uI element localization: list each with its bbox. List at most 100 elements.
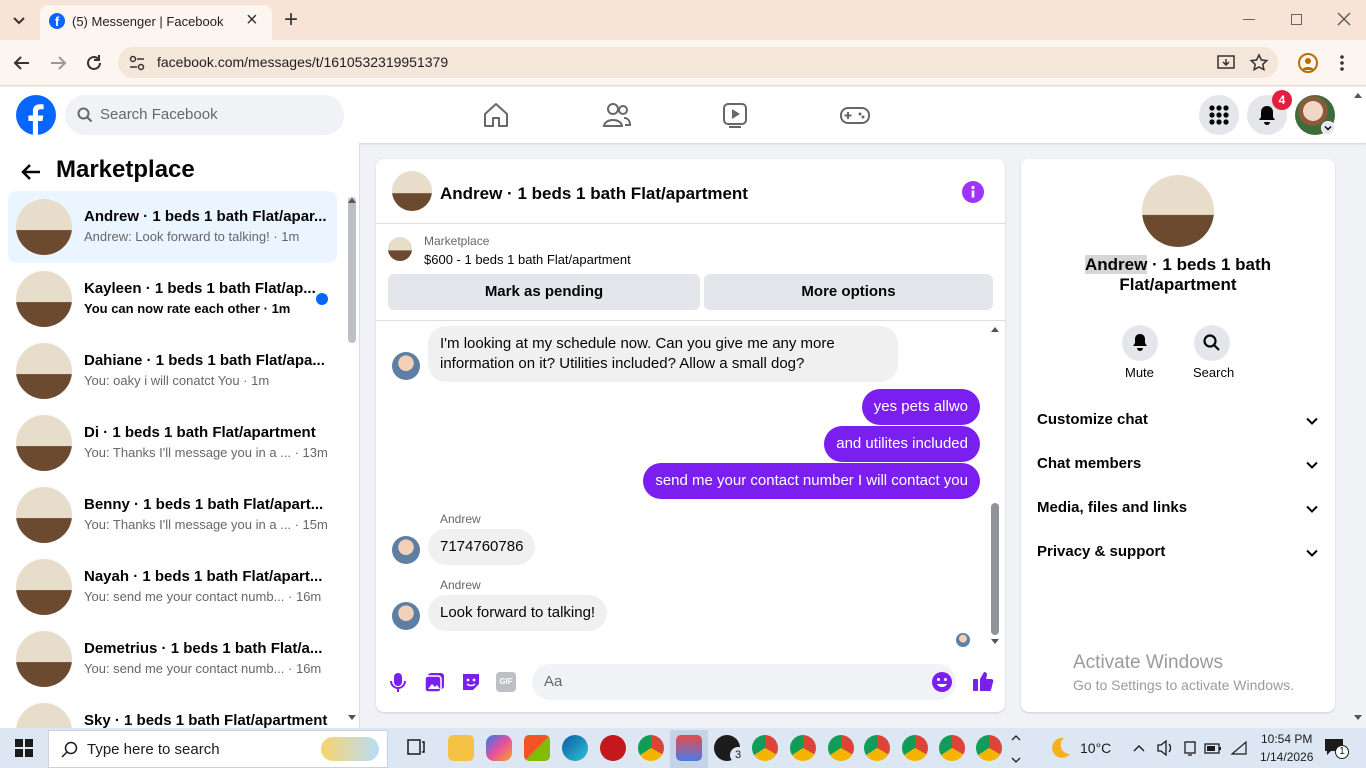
facebook-logo[interactable]	[16, 95, 56, 135]
conversation-info-button[interactable]	[962, 181, 984, 203]
gif-button[interactable]: GIF	[496, 672, 516, 692]
mark-as-pending-button[interactable]: Mark as pending	[388, 274, 700, 310]
whatsapp-icon[interactable]: 3	[714, 735, 746, 763]
menu-button[interactable]	[1199, 95, 1239, 135]
clock-time[interactable]: 10:54 PM	[1261, 732, 1312, 746]
taskbar-overflow-chevron[interactable]	[1011, 732, 1021, 766]
minimize-button[interactable]	[1243, 19, 1255, 20]
more-options-button[interactable]: More options	[704, 274, 993, 310]
taskbar-search[interactable]: Type here to search	[48, 730, 388, 768]
reload-button[interactable]	[84, 53, 104, 73]
emoji-icon[interactable]	[931, 671, 953, 693]
page-scroll-down-icon[interactable]	[1353, 714, 1363, 722]
browser-menu-button[interactable]	[1340, 54, 1344, 72]
chrome-icon[interactable]	[864, 735, 890, 761]
restore-button[interactable]	[1291, 14, 1302, 25]
speaker-icon[interactable]	[1156, 740, 1174, 756]
info-section-toggle[interactable]: Media, files and links	[1037, 497, 1319, 521]
sidebar-scrollbar[interactable]	[348, 197, 356, 343]
chevron-down-icon	[1324, 125, 1332, 131]
info-section-toggle[interactable]: Customize chat	[1037, 409, 1319, 433]
profile-button[interactable]	[1298, 53, 1318, 73]
conversation-item[interactable]: Nayah · 1 beds 1 bath Flat/apart... You: …	[8, 551, 337, 623]
conversation-item[interactable]: Kayleen · 1 beds 1 bath Flat/ap... You ca…	[8, 263, 337, 335]
nav-video[interactable]	[721, 101, 749, 129]
page-scroll-up-icon[interactable]	[1353, 91, 1363, 99]
copilot-icon[interactable]	[486, 735, 512, 761]
tab-search-button[interactable]	[8, 9, 30, 31]
conversation-item[interactable]: Demetrius · 1 beds 1 bath Flat/a... You: …	[8, 623, 337, 695]
conversation-item[interactable]: Dahiane · 1 beds 1 bath Flat/apa... You: …	[8, 335, 337, 407]
new-tab-button[interactable]: +	[284, 6, 298, 34]
chat-scrollbar[interactable]	[991, 503, 999, 635]
chrome-icon[interactable]	[828, 735, 854, 761]
network-icon[interactable]	[1182, 740, 1198, 756]
listing-thumbnail[interactable]	[388, 237, 412, 261]
back-to-chats-button[interactable]	[20, 161, 42, 183]
active-app-icon[interactable]	[676, 735, 702, 761]
message-bubble[interactable]: send me your contact number I will conta…	[643, 463, 980, 499]
message-bubble[interactable]: 7174760786	[428, 529, 536, 565]
chrome-icon[interactable]	[790, 735, 816, 761]
contact-avatar[interactable]	[1142, 175, 1214, 247]
nav-gaming[interactable]	[839, 101, 871, 129]
mute-button[interactable]	[1122, 325, 1158, 361]
start-button[interactable]	[15, 739, 33, 757]
bookmark-star-icon[interactable]	[1249, 53, 1269, 73]
chrome-profile-icon[interactable]	[638, 735, 664, 761]
scroll-down-icon[interactable]	[347, 714, 357, 722]
sender-avatar[interactable]	[392, 352, 420, 380]
forward-button[interactable]	[48, 53, 68, 73]
message-bubble[interactable]: yes pets allwo	[861, 389, 980, 425]
account-chevron-icon[interactable]	[1321, 121, 1335, 135]
nav-friends[interactable]	[602, 101, 632, 129]
task-view-button[interactable]	[405, 737, 427, 757]
chrome-icon[interactable]	[976, 735, 1002, 761]
store-icon[interactable]	[524, 735, 550, 761]
game-app-icon[interactable]	[600, 735, 626, 761]
message-bubble[interactable]: and utilites included	[824, 426, 980, 462]
nav-home[interactable]	[482, 101, 510, 129]
battery-icon[interactable]	[1204, 740, 1222, 756]
address-bar[interactable]: facebook.com/messages/t/1610532319951379	[118, 47, 1278, 78]
weather-widget[interactable]	[1046, 735, 1072, 761]
attach-photo-button[interactable]	[424, 671, 446, 693]
install-app-icon[interactable]	[1216, 53, 1236, 73]
sticker-button[interactable]	[460, 671, 482, 693]
clock-date[interactable]: 1/14/2026	[1260, 750, 1313, 764]
show-hidden-icons-icon[interactable]	[1132, 741, 1146, 755]
conversation-item[interactable]: Benny · 1 beds 1 bath Flat/apart... You: …	[8, 479, 337, 551]
back-button[interactable]	[12, 53, 32, 73]
site-settings-icon[interactable]	[128, 54, 146, 72]
chrome-icon[interactable]	[939, 735, 965, 761]
sender-avatar[interactable]	[392, 536, 420, 564]
tab-close-icon[interactable]: ×	[246, 9, 258, 32]
conversation-item[interactable]: Andrew · 1 beds 1 bath Flat/apar... Andre…	[8, 191, 337, 263]
message-bubble[interactable]: I'm looking at my schedule now. Can you …	[428, 326, 898, 382]
sender-avatar[interactable]	[392, 602, 420, 630]
edge-icon[interactable]	[562, 735, 588, 761]
notification-center-button[interactable]: 1	[1324, 738, 1349, 759]
browser-tab[interactable]: f (5) Messenger | Facebook ×	[40, 5, 272, 40]
message-input[interactable]: Aa	[532, 664, 956, 700]
close-window-button[interactable]	[1335, 10, 1353, 28]
chat-title[interactable]: Andrew · 1 beds 1 bath Flat/apartment	[440, 184, 748, 204]
voice-clip-button[interactable]	[388, 671, 408, 693]
chrome-icon[interactable]	[752, 735, 778, 761]
wifi-icon[interactable]	[1230, 740, 1248, 756]
file-explorer-icon[interactable]	[448, 735, 474, 761]
conversation-item[interactable]: Di · 1 beds 1 bath Flat/apartment You: Th…	[8, 407, 337, 479]
scroll-down-icon[interactable]	[990, 638, 1000, 646]
info-section-toggle[interactable]: Privacy & support	[1037, 541, 1319, 565]
send-like-button[interactable]	[972, 670, 994, 692]
search-in-conversation-button[interactable]	[1194, 325, 1230, 361]
scroll-up-icon[interactable]	[990, 325, 1000, 333]
weather-temperature[interactable]: 10°C	[1080, 740, 1111, 756]
listing-title[interactable]: $600 - 1 beds 1 bath Flat/apartment	[424, 252, 631, 267]
chat-header-avatar[interactable]	[392, 171, 432, 211]
chrome-icon[interactable]	[902, 735, 928, 761]
facebook-search-box[interactable]: Search Facebook	[65, 95, 344, 135]
message-bubble[interactable]: Look forward to talking!	[428, 595, 608, 631]
scroll-up-icon[interactable]	[347, 196, 357, 204]
info-section-toggle[interactable]: Chat members	[1037, 453, 1319, 477]
